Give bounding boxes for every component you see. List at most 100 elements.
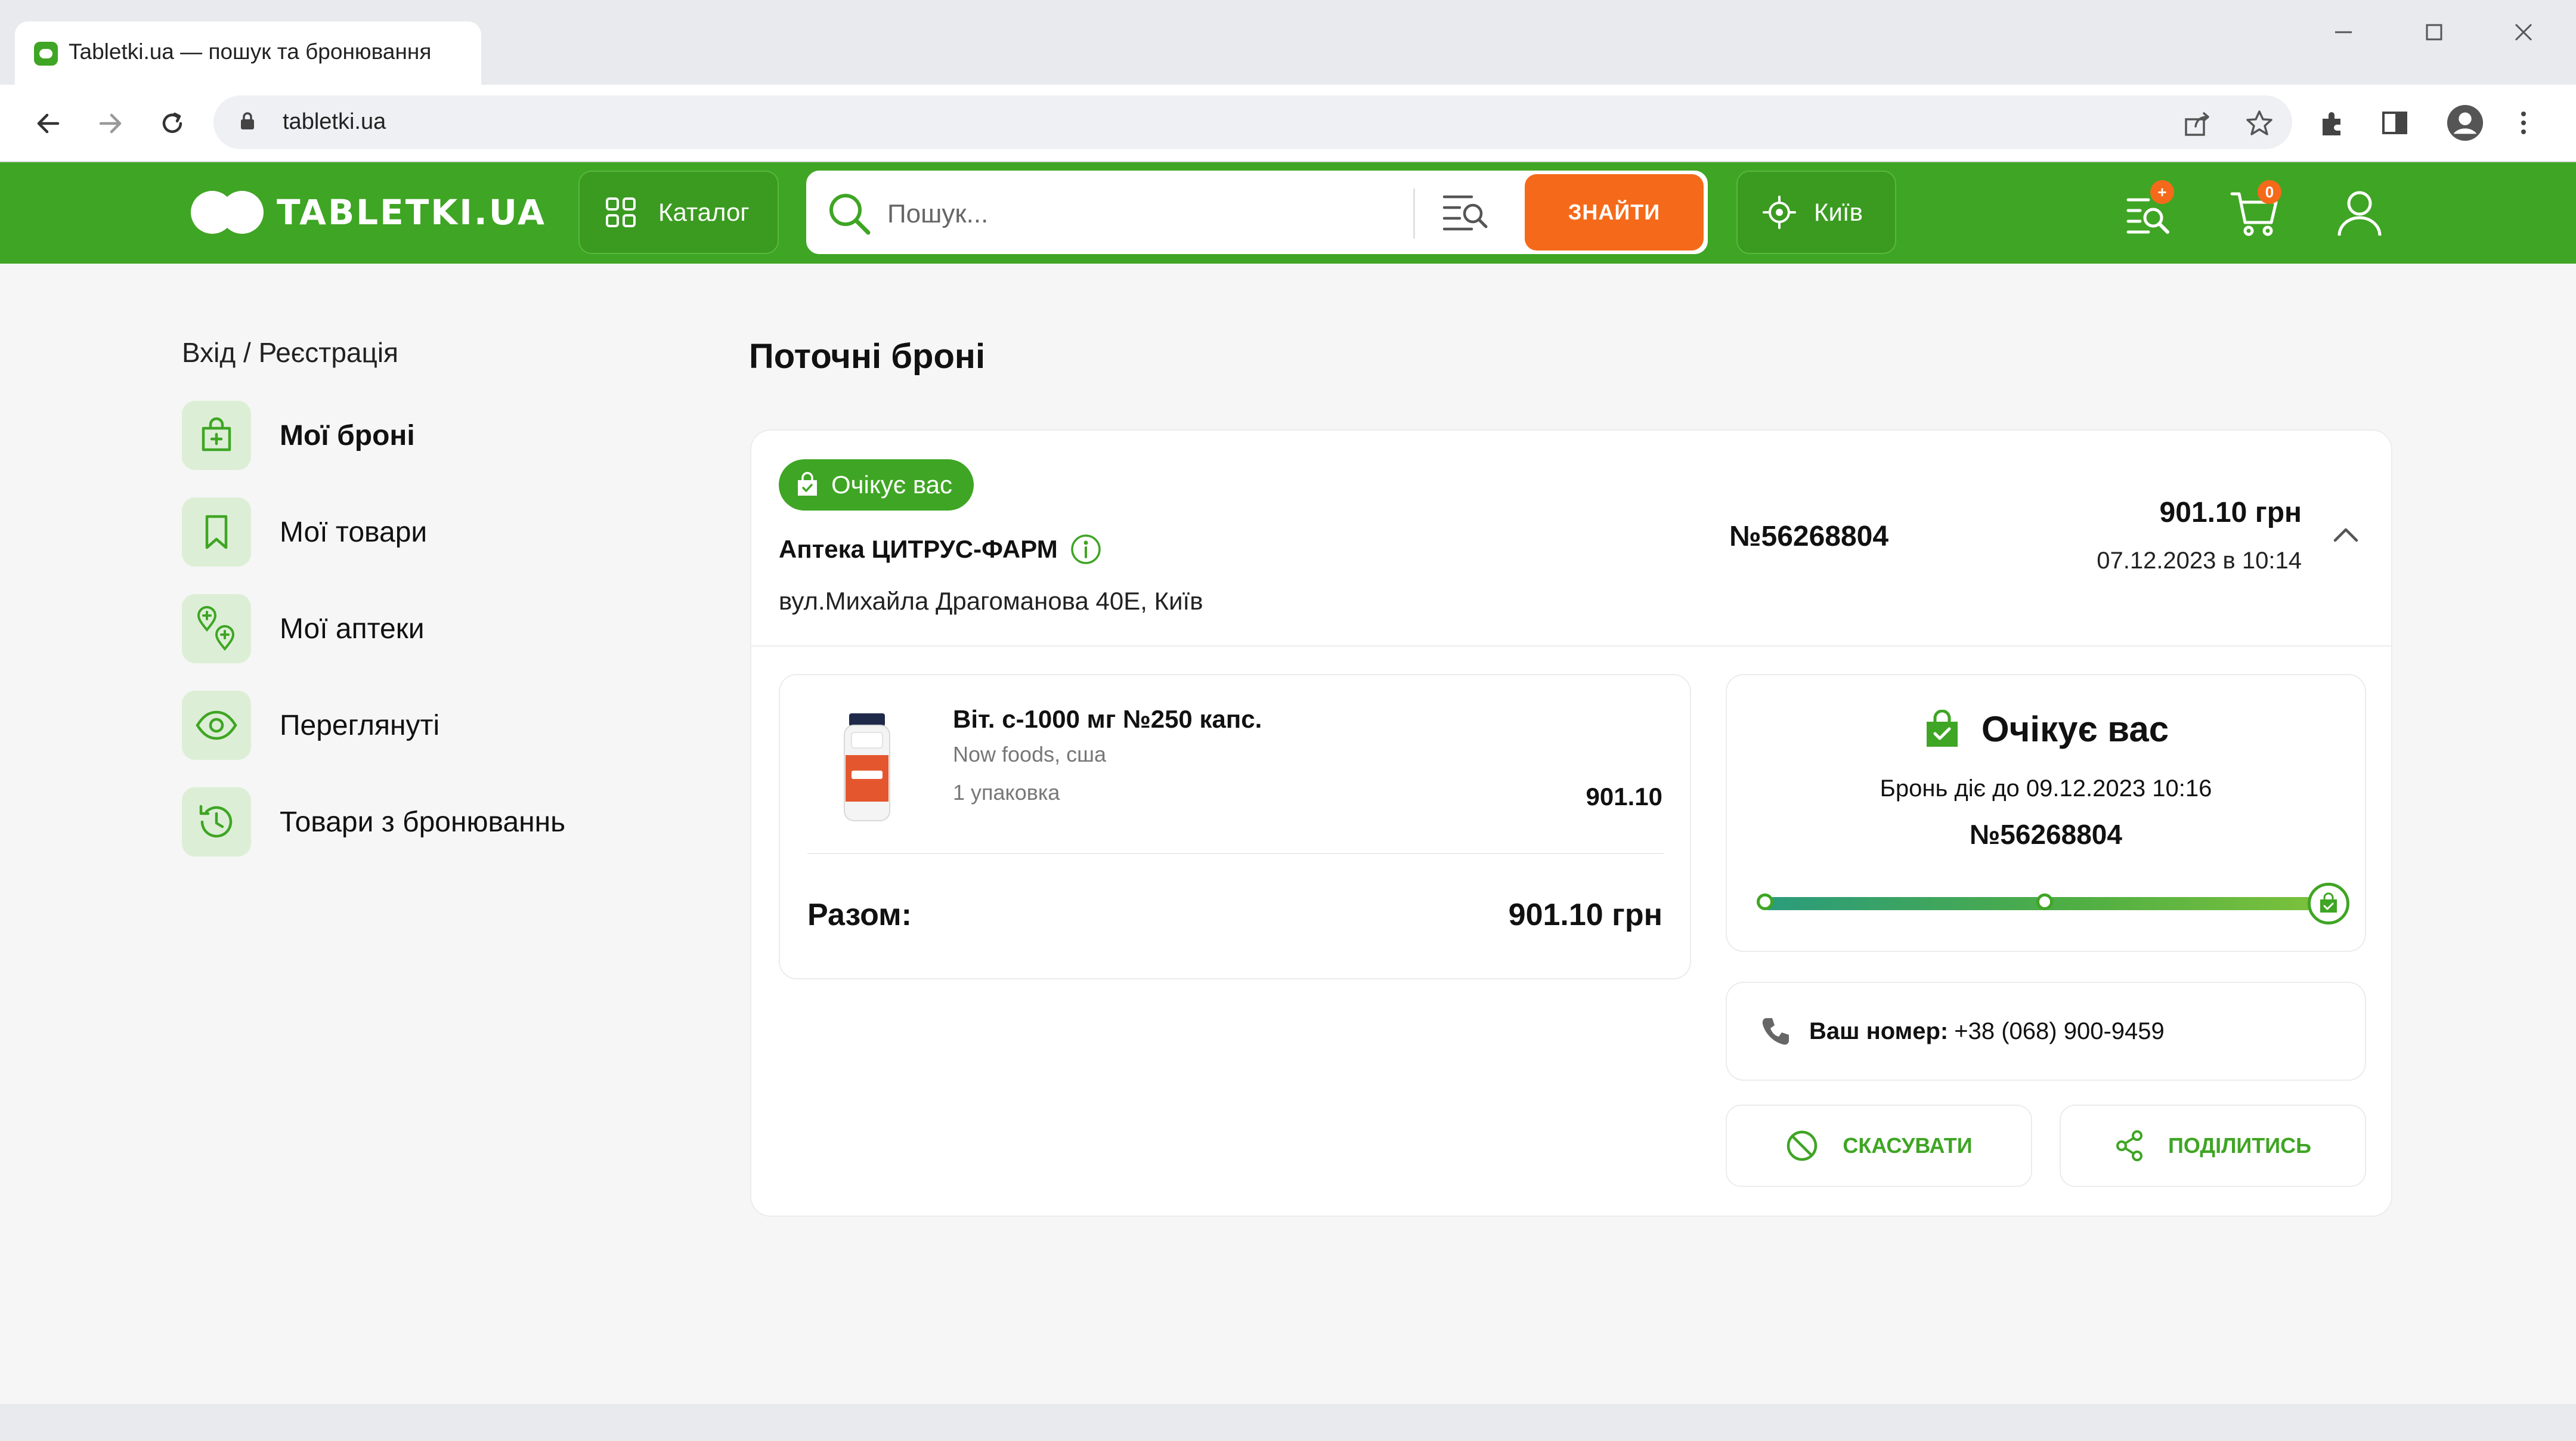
grid-icon: [605, 196, 637, 228]
extensions-puzzle-icon[interactable]: [2314, 104, 2352, 142]
product-price: 901.10: [1586, 783, 1662, 811]
total-label: Разом:: [807, 898, 912, 932]
sidebar-item-booked-products[interactable]: Товари з бронюваннь: [182, 787, 565, 856]
product-quantity: 1 упаковка: [953, 780, 1060, 805]
info-icon[interactable]: [1070, 533, 1102, 565]
tabletki-favicon-icon: [34, 42, 58, 66]
history-icon: [182, 787, 251, 856]
phone-info-box: Ваш номер: +38 (068) 900-9459: [1726, 982, 2366, 1081]
browser-bottom-edge: [0, 1404, 2576, 1441]
side-panel-icon[interactable]: [2376, 104, 2414, 142]
progress-bag-check-icon: [2308, 883, 2349, 924]
sidebar-item-label: Мої броні: [280, 419, 415, 452]
city-selector-button[interactable]: Київ: [1736, 171, 1896, 254]
progress-step-dot: [2036, 893, 2053, 910]
bookmark-star-icon[interactable]: [2243, 107, 2275, 140]
search-filter-icon[interactable]: [1442, 191, 1490, 238]
pills-logo-icon: [191, 188, 266, 236]
phone-value: +38 (068) 900-9459: [1954, 1018, 2165, 1044]
order-date: 07.12.2023 в 10:14: [2097, 548, 2302, 574]
minimize-icon[interactable]: [2320, 14, 2367, 50]
search-input[interactable]: Пошук...: [887, 199, 988, 229]
location-target-icon: [1761, 194, 1797, 230]
search-bar: Пошук... ЗНАЙТИ: [806, 171, 1708, 254]
back-arrow-icon[interactable]: [27, 103, 69, 144]
pharmacy-name-text: Аптека ЦИТРУС-ФАРМ: [779, 535, 1058, 563]
share-booking-button[interactable]: ПОДІЛИТИСЬ: [2060, 1105, 2366, 1187]
phone-icon: [1760, 1016, 1791, 1047]
browser-menu-icon[interactable]: [2504, 104, 2543, 142]
status-order-number: №56268804: [1970, 819, 2122, 850]
bag-plus-icon: [182, 401, 251, 470]
booking-card: Очікує вас Аптека ЦИТРУС-ФАРМ вул.Михайл…: [750, 429, 2392, 1217]
browser-toolbar: tabletki.ua: [0, 85, 2576, 162]
pharmacy-pins-icon: [182, 594, 251, 663]
sidebar-item-label: Товари з бронюваннь: [280, 806, 566, 838]
share-page-icon[interactable]: [2181, 107, 2213, 140]
sidebar-item-viewed[interactable]: Переглянуті: [182, 691, 439, 760]
catalog-button[interactable]: Каталог: [578, 171, 779, 254]
status-label: Очікує вас: [831, 471, 953, 499]
status-title: Очікує вас: [1727, 709, 2365, 750]
reload-icon[interactable]: [151, 103, 193, 144]
page-title: Поточні броні: [749, 337, 986, 376]
items-divider: [807, 853, 1664, 854]
pharmacy-address: вул.Михайла Драгоманова 40Е, Київ: [779, 587, 1203, 615]
page-body: Вхід / Реєстрація Мої броні Мої товари М…: [0, 264, 2576, 1404]
pharmacy-name[interactable]: Аптека ЦИТРУС-ФАРМ: [779, 533, 1102, 565]
chevron-up-icon[interactable]: [2330, 520, 2361, 554]
product-name[interactable]: Віт. с-1000 мг №250 капс.: [953, 705, 1262, 734]
tabletki-logo[interactable]: TABLETKI.UA: [191, 188, 546, 236]
product-maker: Now foods, сша: [953, 742, 1106, 766]
cancel-circle-icon: [1785, 1129, 1819, 1162]
order-items-box: Віт. с-1000 мг №250 капс. Now foods, сша…: [779, 674, 1691, 979]
status-title-text: Очікує вас: [1981, 709, 2169, 749]
order-number: №56268804: [1729, 521, 1889, 552]
sidebar-item-label: Переглянуті: [280, 709, 440, 741]
login-register-link[interactable]: Вхід / Реєстрація: [182, 336, 398, 369]
bag-check-icon: [794, 472, 821, 498]
history-badge: +: [2150, 180, 2174, 204]
lock-icon: [241, 112, 254, 129]
sidebar-item-label: Мої товари: [280, 516, 428, 548]
close-window-icon[interactable]: [2500, 14, 2547, 50]
profile-avatar-icon[interactable]: [2446, 104, 2484, 142]
search-icon: [826, 191, 872, 239]
cancel-label: СКАСУВАТИ: [1843, 1133, 1973, 1158]
search-divider: [1413, 188, 1415, 239]
eye-icon: [182, 691, 251, 760]
address-bar[interactable]: tabletki.ua: [213, 95, 2292, 149]
status-badge: Очікує вас: [779, 459, 974, 511]
share-label: ПОДІЛИТИСЬ: [2168, 1133, 2311, 1158]
total-value: 901.10 грн: [1508, 898, 1662, 932]
logo-text: TABLETKI.UA: [277, 192, 547, 233]
booking-progress-bar: [1757, 883, 2349, 924]
find-button[interactable]: ЗНАЙТИ: [1525, 174, 1704, 251]
user-account-icon[interactable]: [2333, 186, 2386, 240]
product-bottle-image[interactable]: [837, 709, 897, 828]
tab-title: Tabletki.ua — пошук та бронювання: [69, 39, 432, 64]
browser-tab[interactable]: Tabletki.ua — пошук та бронювання: [15, 21, 481, 85]
search-history-icon[interactable]: +: [2122, 180, 2175, 240]
sidebar-item-my-pharmacies[interactable]: Мої аптеки: [182, 594, 425, 663]
booking-valid-until: Бронь діє до 09.12.2023 10:16: [1880, 775, 2212, 802]
sidebar-item-label: Мої аптеки: [280, 613, 425, 645]
share-icon: [2114, 1130, 2144, 1162]
city-label: Київ: [1814, 198, 1863, 226]
cancel-booking-button[interactable]: СКАСУВАТИ: [1726, 1105, 2032, 1187]
browser-tab-bar: Tabletki.ua — пошук та бронювання: [0, 0, 2576, 85]
catalog-label: Каталог: [658, 198, 750, 226]
order-sum: 901.10 грн: [2159, 497, 2302, 528]
cart-badge: 0: [2258, 180, 2281, 204]
site-header: TABLETKI.UA Каталог Пошук... ЗНАЙТИ Київ…: [0, 162, 2576, 264]
forward-arrow-icon[interactable]: [89, 103, 131, 144]
cart-icon[interactable]: 0: [2228, 180, 2281, 240]
bookmark-icon: [182, 497, 251, 567]
sidebar-item-my-products[interactable]: Мої товари: [182, 497, 427, 567]
sidebar-item-my-bookings[interactable]: Мої броні: [182, 401, 415, 470]
booking-status-box: Очікує вас Бронь діє до 09.12.2023 10:16…: [1726, 674, 2366, 952]
phone-label: Ваш номер:: [1809, 1018, 1949, 1044]
bag-check-icon: [1923, 709, 1961, 749]
url-text: tabletki.ua: [283, 109, 386, 134]
maximize-icon[interactable]: [2410, 14, 2458, 50]
